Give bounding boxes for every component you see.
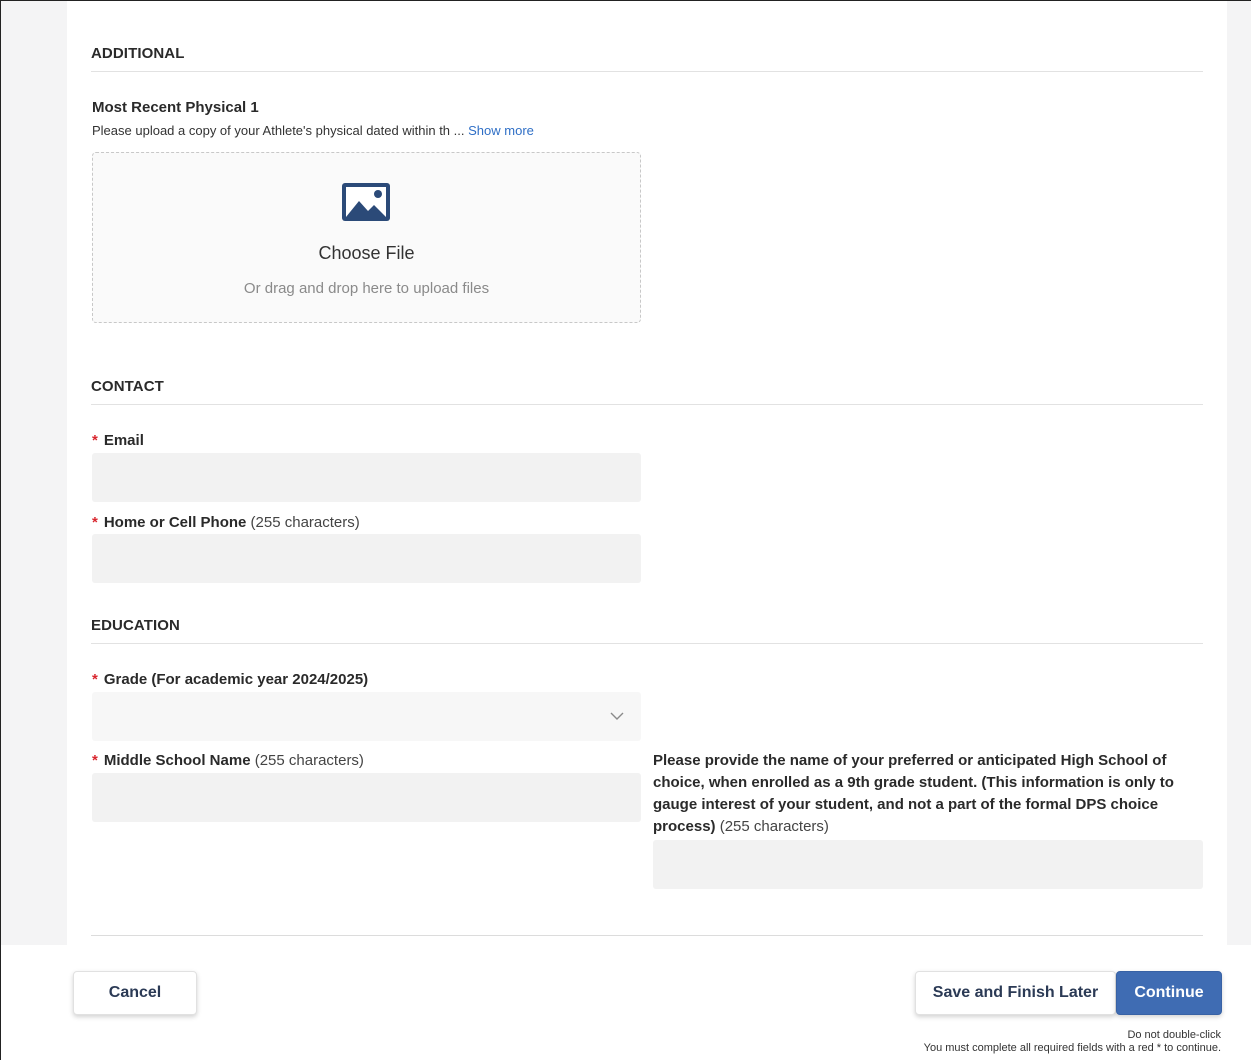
image-icon (342, 183, 390, 221)
save-and-finish-later-button[interactable]: Save and Finish Later (915, 971, 1116, 1015)
required-marker: * (92, 432, 98, 449)
middle-school-label-text: Middle School Name (103, 752, 251, 769)
grade-label: * Grade (For academic year 2024/2025) (92, 671, 368, 688)
email-label: * Email (92, 432, 144, 449)
phone-label: * Home or Cell Phone (255 characters) (92, 514, 360, 531)
choose-file-button[interactable]: Choose File (93, 243, 640, 264)
required-fields-note: You must complete all required fields wi… (923, 1042, 1221, 1054)
section-divider (91, 71, 1203, 72)
middle-school-input[interactable] (92, 773, 641, 822)
section-title-additional: ADDITIONAL (91, 45, 185, 62)
file-upload-dropzone[interactable]: Choose File Or drag and drop here to upl… (92, 152, 641, 323)
high-school-input[interactable] (653, 840, 1203, 889)
phone-label-text: Home or Cell Phone (103, 514, 247, 531)
section-title-education: EDUCATION (91, 617, 180, 634)
middle-school-hint: (255 characters) (254, 752, 364, 769)
cancel-button[interactable]: Cancel (73, 971, 197, 1015)
physical-description-text: Please upload a copy of your Athlete's p… (92, 123, 465, 138)
form-footer: Cancel Save and Finish Later Continue Do… (0, 945, 1251, 1060)
high-school-hint: (255 characters) (719, 818, 829, 835)
middle-school-label: * Middle School Name (255 characters) (92, 752, 364, 769)
section-divider (91, 935, 1203, 936)
physical-label: Most Recent Physical 1 (92, 99, 259, 116)
required-marker: * (92, 671, 98, 688)
double-click-note: Do not double-click (1127, 1029, 1221, 1041)
show-more-link[interactable]: Show more (468, 123, 534, 138)
phone-hint: (255 characters) (250, 514, 360, 531)
chevron-down-icon (610, 712, 624, 720)
phone-input[interactable] (92, 534, 641, 583)
form-card: ADDITIONAL Most Recent Physical 1 Please… (67, 0, 1227, 945)
section-divider (91, 643, 1203, 644)
grade-select[interactable] (92, 692, 641, 741)
grade-label-text: Grade (For academic year 2024/2025) (103, 671, 369, 688)
email-input[interactable] (92, 453, 641, 502)
required-marker: * (92, 514, 98, 531)
physical-description: Please upload a copy of your Athlete's p… (92, 123, 534, 138)
required-marker: * (92, 752, 98, 769)
high-school-label: Please provide the name of your preferre… (653, 750, 1213, 838)
continue-button[interactable]: Continue (1116, 971, 1222, 1015)
section-divider (91, 404, 1203, 405)
drag-drop-hint: Or drag and drop here to upload files (243, 280, 490, 297)
section-title-contact: CONTACT (91, 378, 164, 395)
email-label-text: Email (103, 432, 144, 449)
